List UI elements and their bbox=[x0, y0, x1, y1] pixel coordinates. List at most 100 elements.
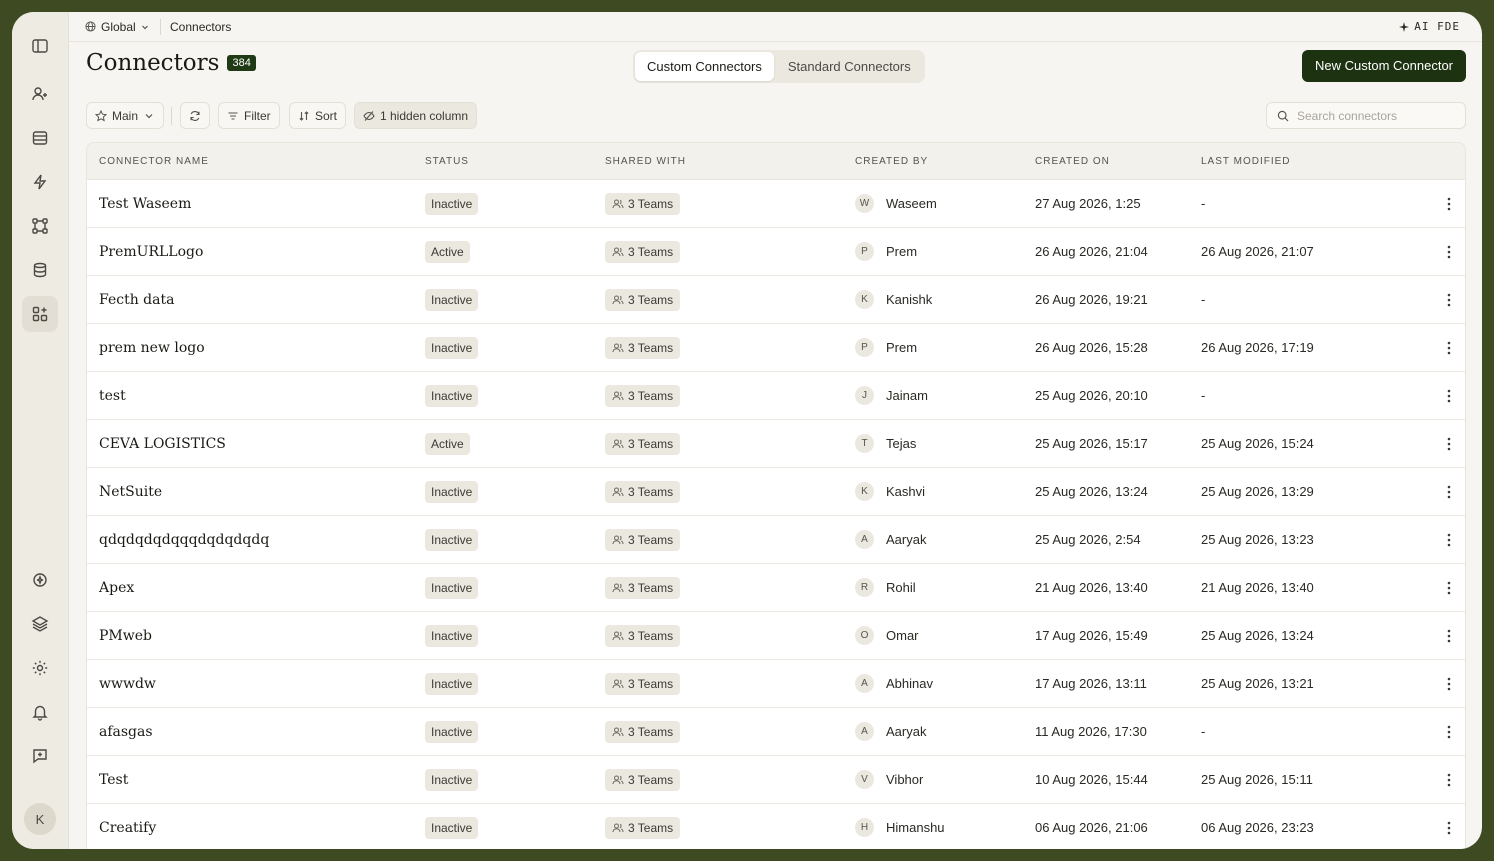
table-row[interactable]: PMweb Inactive 3 Teams O Omar 17 Aug 2026, 15… bbox=[87, 612, 1465, 660]
last-modified-cell: - bbox=[1201, 292, 1206, 307]
shared-with-badge[interactable]: 3 Teams bbox=[605, 624, 681, 647]
shared-with-badge[interactable]: 3 Teams bbox=[605, 576, 681, 599]
last-modified-cell: 21 Aug 2026, 13:40 bbox=[1201, 580, 1314, 595]
users-icon[interactable] bbox=[22, 76, 58, 112]
row-menu-icon[interactable] bbox=[1447, 420, 1451, 467]
row-menu-icon[interactable] bbox=[1447, 324, 1451, 371]
table-row[interactable]: CEVA LOGISTICS Active 3 Teams T Tejas 25 Aug … bbox=[87, 420, 1465, 468]
shared-with-cell: 3 Teams bbox=[605, 228, 681, 275]
table-row[interactable]: afasgas Inactive 3 Teams A Aaryak 11 Aug 2026… bbox=[87, 708, 1465, 756]
sort-button[interactable]: Sort bbox=[289, 102, 347, 129]
layers-icon[interactable] bbox=[22, 606, 58, 642]
star-icon bbox=[95, 109, 107, 121]
column-header-created-by[interactable]: CREATED BY bbox=[855, 143, 928, 180]
settings-icon[interactable] bbox=[22, 650, 58, 686]
row-menu-icon[interactable] bbox=[1447, 660, 1451, 707]
shared-with-badge[interactable]: 3 Teams bbox=[605, 672, 681, 695]
row-menu-icon[interactable] bbox=[1447, 756, 1451, 803]
lightning-icon[interactable] bbox=[22, 164, 58, 200]
shared-with-badge[interactable]: 3 Teams bbox=[605, 480, 681, 503]
column-header-shared-with[interactable]: SHARED WITH bbox=[605, 143, 686, 180]
filter-button[interactable]: Filter bbox=[218, 102, 280, 129]
connector-name[interactable]: Test Waseem bbox=[99, 180, 191, 227]
row-menu-icon[interactable] bbox=[1447, 468, 1451, 515]
table-row[interactable]: Creatify Inactive 3 Teams H Himanshu 06 Aug 2… bbox=[87, 804, 1465, 849]
connector-name[interactable]: qdqdqdqdqqqdqdqdqdq bbox=[99, 516, 269, 563]
bell-icon[interactable] bbox=[22, 694, 58, 730]
column-header-last-modified[interactable]: LAST MODIFIED bbox=[1201, 143, 1291, 180]
database-icon[interactable] bbox=[22, 252, 58, 288]
row-menu-icon[interactable] bbox=[1447, 372, 1451, 419]
column-header-name[interactable]: CONNECTOR NAME bbox=[99, 143, 209, 180]
tab-custom-connectors[interactable]: Custom Connectors bbox=[635, 52, 774, 81]
search-input[interactable] bbox=[1297, 108, 1447, 123]
teams-icon bbox=[612, 438, 624, 450]
last-modified-cell: 26 Aug 2026, 21:07 bbox=[1201, 244, 1314, 259]
connector-name[interactable]: Creatify bbox=[99, 804, 156, 849]
shared-with-badge[interactable]: 3 Teams bbox=[605, 336, 681, 359]
created-by-cell: K Kanishk bbox=[855, 276, 932, 323]
table-row[interactable]: Test Inactive 3 Teams V Vibhor 10 Aug 2026, 1… bbox=[87, 756, 1465, 804]
table-row[interactable]: qdqdqdqdqqqdqdqdqdq Inactive 3 Teams A Aarya… bbox=[87, 516, 1465, 564]
table-row[interactable]: PremURLLogo Active 3 Teams P Prem 26 Aug 2026… bbox=[87, 228, 1465, 276]
creator-avatar: W bbox=[855, 194, 874, 213]
new-custom-connector-button[interactable]: New Custom Connector bbox=[1302, 50, 1466, 82]
connector-name[interactable]: PremURLLogo bbox=[99, 228, 203, 275]
tab-standard-connectors[interactable]: Standard Connectors bbox=[776, 52, 923, 81]
shared-with-badge[interactable]: 3 Teams bbox=[605, 768, 681, 791]
row-menu-icon[interactable] bbox=[1447, 804, 1451, 849]
row-menu-icon[interactable] bbox=[1447, 564, 1451, 611]
shared-with-badge[interactable]: 3 Teams bbox=[605, 192, 681, 215]
filter-icon bbox=[228, 111, 238, 120]
support-icon[interactable] bbox=[22, 562, 58, 598]
table-row[interactable]: Apex Inactive 3 Teams R Rohil 21 Aug 2026, 13… bbox=[87, 564, 1465, 612]
shared-with-badge[interactable]: 3 Teams bbox=[605, 288, 681, 311]
hidden-columns-button[interactable]: 1 hidden column bbox=[354, 102, 478, 129]
connector-name[interactable]: Test bbox=[99, 756, 128, 803]
table-row[interactable]: prem new logo Inactive 3 Teams P Prem 26 Aug … bbox=[87, 324, 1465, 372]
shared-with-badge[interactable]: 3 Teams bbox=[605, 432, 681, 455]
column-header-status[interactable]: STATUS bbox=[425, 143, 469, 180]
column-header-created-on[interactable]: CREATED ON bbox=[1035, 143, 1110, 180]
creator-name: Jainam bbox=[886, 388, 928, 403]
workflow-icon[interactable] bbox=[22, 208, 58, 244]
shared-with-badge[interactable]: 3 Teams bbox=[605, 240, 681, 263]
connector-name[interactable]: wwwdw bbox=[99, 660, 156, 707]
shared-with-badge[interactable]: 3 Teams bbox=[605, 528, 681, 551]
row-menu-icon[interactable] bbox=[1447, 228, 1451, 275]
table-row[interactable]: Fecth data Inactive 3 Teams K Kanishk 26 Aug … bbox=[87, 276, 1465, 324]
connector-name[interactable]: prem new logo bbox=[99, 324, 205, 371]
connector-name[interactable]: NetSuite bbox=[99, 468, 162, 515]
connector-name[interactable]: Apex bbox=[99, 564, 134, 611]
row-menu-icon[interactable] bbox=[1447, 612, 1451, 659]
shared-with-badge[interactable]: 3 Teams bbox=[605, 384, 681, 407]
teams-icon bbox=[612, 486, 624, 498]
connector-name[interactable]: PMweb bbox=[99, 612, 152, 659]
connector-name[interactable]: Fecth data bbox=[99, 276, 174, 323]
row-menu-icon[interactable] bbox=[1447, 708, 1451, 755]
table-row[interactable]: Test Waseem Inactive 3 Teams W Waseem 27 Aug … bbox=[87, 180, 1465, 228]
table-row[interactable]: wwwdw Inactive 3 Teams A Abhinav 17 Aug 2026,… bbox=[87, 660, 1465, 708]
connector-name[interactable]: CEVA LOGISTICS bbox=[99, 420, 226, 467]
sidebar-toggle-icon[interactable] bbox=[22, 28, 58, 64]
user-avatar[interactable]: K bbox=[24, 803, 56, 835]
connectors-icon[interactable] bbox=[22, 296, 58, 332]
row-menu-icon[interactable] bbox=[1447, 516, 1451, 563]
last-modified-cell: - bbox=[1201, 388, 1206, 403]
shared-with-badge[interactable]: 3 Teams bbox=[605, 816, 681, 839]
view-selector[interactable]: Main bbox=[86, 102, 165, 129]
feedback-icon[interactable] bbox=[22, 738, 58, 774]
ai-fde-button[interactable]: AI FDE bbox=[1399, 20, 1460, 33]
shared-with-badge[interactable]: 3 Teams bbox=[605, 720, 681, 743]
refresh-button[interactable] bbox=[180, 102, 210, 129]
table-row[interactable]: test Inactive 3 Teams J Jainam 25 Aug 2026, 2… bbox=[87, 372, 1465, 420]
status-badge: Inactive bbox=[425, 288, 479, 311]
connector-name[interactable]: test bbox=[99, 372, 126, 419]
workspace-selector[interactable]: Global bbox=[85, 20, 149, 34]
table-row[interactable]: NetSuite Inactive 3 Teams K Kashvi 25 Aug 202… bbox=[87, 468, 1465, 516]
shared-with-label: 3 Teams bbox=[628, 340, 674, 355]
inbox-icon[interactable] bbox=[22, 120, 58, 156]
row-menu-icon[interactable] bbox=[1447, 276, 1451, 323]
row-menu-icon[interactable] bbox=[1447, 180, 1451, 227]
connector-name[interactable]: afasgas bbox=[99, 708, 153, 755]
